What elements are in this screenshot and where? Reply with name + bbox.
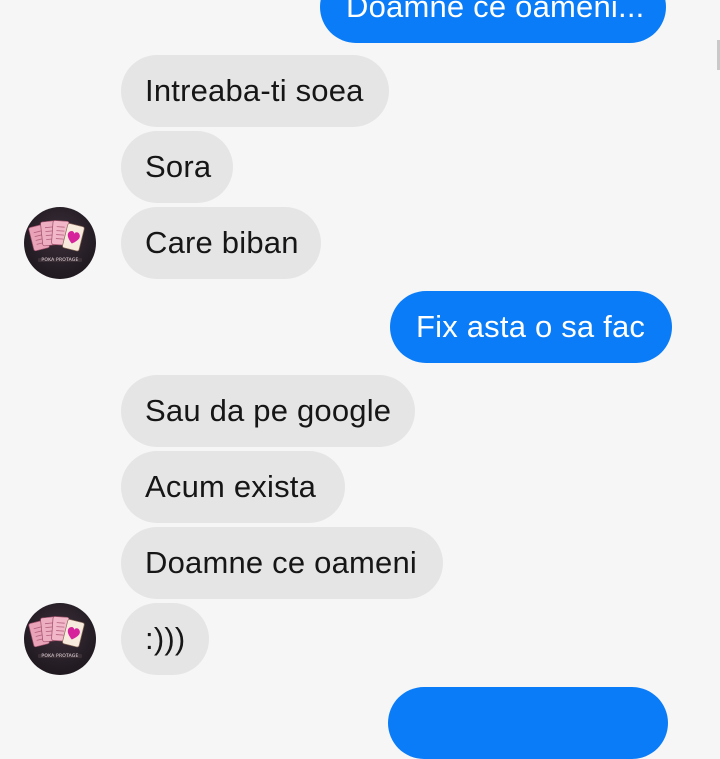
message-bubble-outgoing[interactable]: Fix asta o sa fac	[390, 291, 672, 363]
message-bubble-incoming[interactable]: Intreaba-ti soea	[121, 55, 389, 127]
playing-cards-avatar-icon	[28, 220, 85, 262]
avatar-caption: POKA PROTAGE	[41, 654, 79, 659]
message-text: Intreaba-ti soea	[145, 73, 364, 108]
contact-avatar[interactable]: POKA PROTAGE	[24, 603, 96, 675]
message-bubble-incoming[interactable]: Acum exista	[121, 451, 345, 523]
message-bubble-outgoing[interactable]	[388, 687, 668, 759]
contact-avatar[interactable]: POKA PROTAGE	[24, 207, 96, 279]
message-text: Fix asta o sa fac	[416, 309, 646, 344]
message-text: Sau da pe google	[145, 393, 392, 428]
message-text: Doamne ce oameni	[145, 545, 418, 580]
message-bubble-outgoing[interactable]: Doamne ce oameni...	[320, 0, 666, 43]
playing-cards-avatar-icon	[28, 616, 85, 658]
message-text: Care biban	[145, 225, 299, 260]
message-text: :)))	[145, 621, 186, 656]
message-bubble-incoming[interactable]: Sau da pe google	[121, 375, 415, 447]
message-text: Acum exista	[145, 469, 317, 504]
message-bubble-incoming[interactable]: Doamne ce oameni	[121, 527, 443, 599]
message-text: Sora	[145, 149, 212, 184]
message-bubble-incoming[interactable]: :)))	[121, 603, 209, 675]
message-bubble-incoming[interactable]: Care biban	[121, 207, 321, 279]
avatar-caption: POKA PROTAGE	[41, 258, 79, 263]
message-text: Doamne ce oameni...	[346, 0, 645, 24]
conversation-thread: Doamne ce oameni... Intreaba-ti soea Sor…	[0, 0, 720, 759]
message-bubble-incoming[interactable]: Sora	[121, 131, 233, 203]
